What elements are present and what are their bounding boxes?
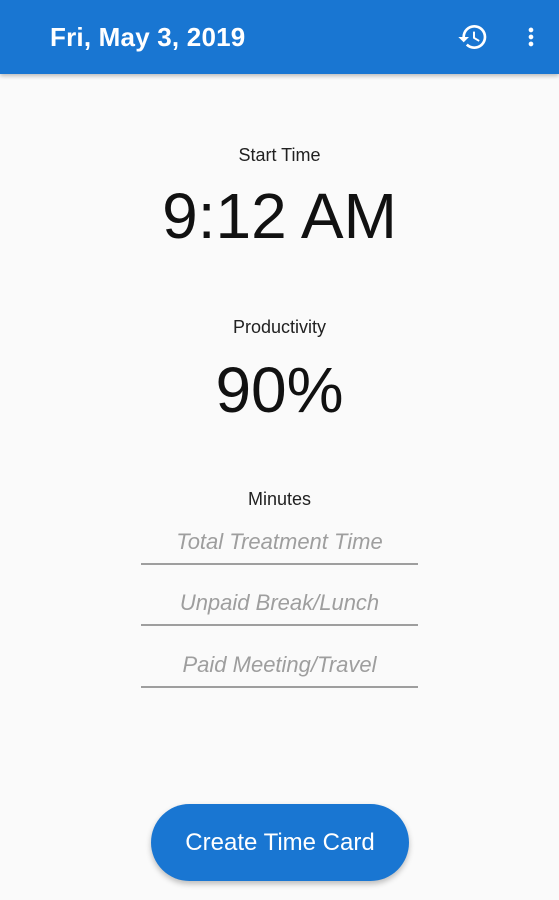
- total-treatment-time-input[interactable]: [141, 517, 418, 563]
- history-button[interactable]: [451, 15, 495, 59]
- productivity-label: Productivity: [232, 317, 327, 337]
- main-content: Start Time 9:12 AM Productivity 90% Minu…: [0, 74, 559, 900]
- minutes-label: Minutes: [247, 489, 312, 509]
- start-time-value[interactable]: 9:12 AM: [0, 176, 559, 256]
- paid-meeting-travel-input[interactable]: [141, 640, 418, 686]
- unpaid-break-lunch-input[interactable]: [141, 578, 418, 624]
- more-options-button[interactable]: [509, 15, 553, 59]
- app-bar: Fri, May 3, 2019: [0, 0, 559, 74]
- paid-meeting-travel-field: [141, 640, 418, 688]
- total-treatment-time-field: [141, 517, 418, 565]
- app-bar-title: Fri, May 3, 2019: [50, 22, 246, 52]
- productivity-value[interactable]: 90%: [0, 350, 559, 430]
- history-icon: [458, 25, 487, 50]
- create-time-card-button[interactable]: Create Time Card: [151, 804, 409, 881]
- more-vert-icon: [528, 27, 534, 47]
- start-time-label: Start Time: [238, 145, 321, 165]
- unpaid-break-lunch-field: [141, 578, 418, 626]
